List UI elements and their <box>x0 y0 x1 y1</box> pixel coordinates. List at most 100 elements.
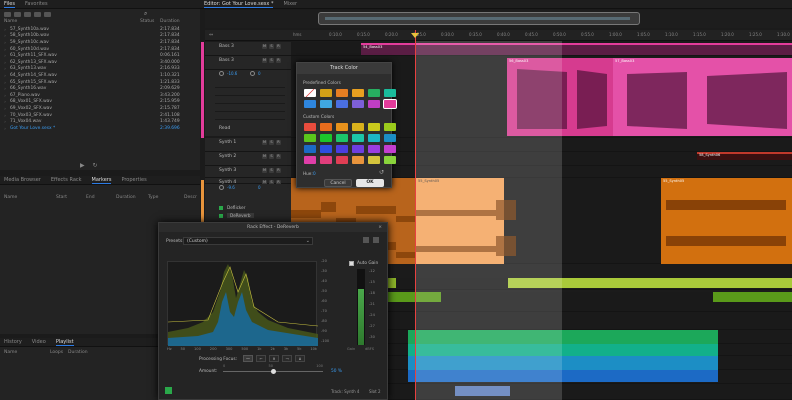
volume-value[interactable]: -9.6 <box>227 185 235 190</box>
expand-icon[interactable]: › <box>0 33 10 38</box>
column-name[interactable]: Name <box>4 195 56 200</box>
solo-button[interactable]: S <box>269 58 274 63</box>
volume-value[interactable]: -10.6 <box>227 71 237 76</box>
tab-playlist[interactable]: Playlist <box>55 339 74 346</box>
expand-icon[interactable]: › <box>0 53 10 58</box>
file-row[interactable]: › 58_Synth10b.wav 2:17.834 <box>0 33 200 40</box>
mute-button[interactable]: M <box>262 140 267 145</box>
record-button[interactable]: R <box>276 44 281 49</box>
pan-value[interactable]: 0 <box>258 185 261 190</box>
tab-files[interactable]: Files <box>4 1 15 8</box>
delete-preset-icon[interactable] <box>373 237 379 243</box>
amount-value[interactable]: 50 % <box>331 369 342 374</box>
time-ruler[interactable]: hms 0:10.0 0:15.0 0:20.0 0:25.0 0:30.0 0:35.0… <box>291 30 792 41</box>
expand-icon[interactable]: › <box>0 99 10 104</box>
presets-dropdown[interactable]: (Custom) ⌄ <box>183 237 313 245</box>
record-button[interactable]: R <box>276 154 281 159</box>
column-duration[interactable]: Duration <box>116 195 148 200</box>
color-swatch[interactable] <box>336 100 348 108</box>
mute-button[interactable]: M <box>262 58 267 63</box>
mute-button[interactable]: M <box>262 44 267 49</box>
session-overview[interactable] <box>205 10 792 28</box>
expand-icon[interactable]: › <box>0 40 10 45</box>
color-swatch[interactable] <box>304 156 316 164</box>
expand-icon[interactable]: › <box>0 86 10 91</box>
fx-slot[interactable] <box>215 104 285 112</box>
column-loops[interactable]: Loops <box>50 350 68 355</box>
expand-icon[interactable]: › <box>0 66 10 71</box>
file-row[interactable]: › 63_Synth13.wav 2:16.933 <box>0 66 200 73</box>
color-swatch[interactable] <box>368 123 380 131</box>
tab-media-browser[interactable]: Media Browser <box>4 177 41 183</box>
fx-enable-icon[interactable] <box>219 214 223 218</box>
column-name[interactable]: Name <box>4 19 140 26</box>
tab-favorites[interactable]: Favorites <box>25 1 48 7</box>
expand-icon[interactable]: › <box>0 47 10 52</box>
mute-button[interactable]: M <box>262 168 267 173</box>
track-header[interactable]: Bass 3 M S R <box>205 42 291 56</box>
track-name[interactable]: Synth 2 <box>219 154 236 159</box>
amount-slider[interactable] <box>223 369 323 374</box>
insert-icon[interactable] <box>44 11 51 17</box>
record-button[interactable]: R <box>276 58 281 63</box>
import-icon[interactable] <box>14 11 21 17</box>
volume-knob[interactable] <box>219 185 224 190</box>
file-row[interactable]: › 61_Synth11_SFX.wav 0:06.161 <box>0 52 200 59</box>
fx-slot[interactable] <box>215 96 285 104</box>
color-swatch[interactable] <box>368 100 380 108</box>
loop-icon[interactable]: ↻ <box>93 162 98 169</box>
color-swatch[interactable] <box>384 134 396 142</box>
color-swatch[interactable] <box>320 123 332 131</box>
color-swatch[interactable] <box>320 134 332 142</box>
color-swatch[interactable] <box>352 134 364 142</box>
column-start[interactable]: Start <box>56 195 86 200</box>
color-swatch[interactable] <box>304 89 316 97</box>
focus-all-icon[interactable]: — <box>243 355 253 362</box>
file-row[interactable]: › 62_Synth13_SFX.wav 3:40.000 <box>0 59 200 66</box>
tab-video[interactable]: Video <box>32 339 46 345</box>
playhead[interactable] <box>415 30 416 400</box>
solo-button[interactable]: S <box>269 44 274 49</box>
ok-button[interactable]: OK <box>356 179 384 187</box>
fx-slot-deflicker[interactable]: Deflicker <box>227 205 245 210</box>
color-swatch[interactable] <box>320 89 332 97</box>
file-row[interactable]: › Got Your Love.sesx * 2:39.696 <box>0 125 200 132</box>
tab-markers[interactable]: Markers <box>91 177 112 184</box>
file-row[interactable]: › 69_Vox02_SFX.wav 2:15.787 <box>0 105 200 112</box>
color-swatch[interactable] <box>384 156 396 164</box>
color-swatch[interactable] <box>368 134 380 142</box>
file-row[interactable]: › 60_Synth10d.wav 2:17.834 <box>0 46 200 53</box>
color-swatch[interactable] <box>304 134 316 142</box>
tab-mixer[interactable]: Mixer <box>283 1 297 7</box>
track-header[interactable]: Synth 2 M S R <box>205 152 291 166</box>
color-swatch[interactable] <box>352 123 364 131</box>
track-name[interactable]: Synth 1 <box>219 140 236 145</box>
power-button[interactable] <box>165 387 172 394</box>
color-swatch[interactable] <box>304 123 316 131</box>
solo-button[interactable]: S <box>269 168 274 173</box>
mute-button[interactable]: M <box>262 154 267 159</box>
auto-gain-checkbox[interactable] <box>349 261 354 266</box>
cancel-button[interactable]: Cancel <box>324 179 352 187</box>
column-duration[interactable]: Duration <box>160 19 200 26</box>
hue-value[interactable]: 0 <box>313 171 316 176</box>
search-icon[interactable]: ⌕ <box>144 10 147 18</box>
file-row[interactable]: › 64_Synth14_SFX.wav 1:10.321 <box>0 72 200 79</box>
expand-icon[interactable]: › <box>0 60 10 65</box>
expand-icon[interactable]: › <box>0 113 10 118</box>
play-icon[interactable]: ▶ <box>80 162 85 169</box>
open-file-icon[interactable] <box>4 11 11 17</box>
color-swatch[interactable] <box>320 145 332 153</box>
playhead-marker[interactable] <box>411 33 419 38</box>
color-swatch[interactable] <box>368 145 380 153</box>
automation-mode[interactable]: Read <box>219 126 230 131</box>
color-swatch[interactable] <box>368 89 380 97</box>
spectrum-graph[interactable] <box>167 261 318 346</box>
clip-green-right[interactable] <box>713 292 792 302</box>
file-row[interactable]: › 68_Vox01_SFX.wav 2:15.959 <box>0 99 200 106</box>
color-swatch[interactable] <box>384 123 396 131</box>
focus-high-icon[interactable]: ⌐ <box>256 355 266 362</box>
file-row[interactable]: › 67_Piano.wav 3:43.200 <box>0 92 200 99</box>
fx-slot[interactable] <box>215 80 285 88</box>
track-name[interactable]: Synth 3 <box>219 168 236 173</box>
